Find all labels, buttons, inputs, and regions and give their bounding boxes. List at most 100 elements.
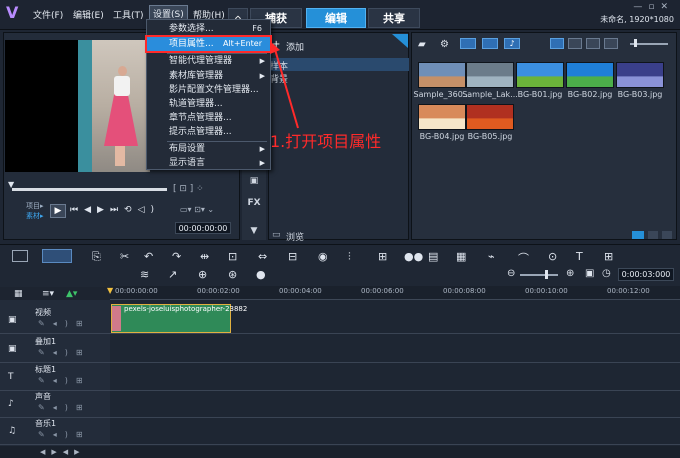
zoom-out-icon[interactable]: ⊖ — [507, 268, 515, 279]
scroll-arrows-icon[interactable]: ◀▶◀▶ — [40, 448, 86, 456]
media-thumbnail-label: BG-B05.jpg — [467, 132, 513, 141]
track-controls-icon[interactable]: ✎◂)⊞ — [38, 348, 91, 357]
media-thumbnail[interactable] — [616, 62, 664, 88]
panel-expand-icon[interactable] — [662, 231, 672, 239]
dd-preferences[interactable]: 参数选择... F6 — [147, 22, 270, 36]
timeline-tool-icon[interactable]: ↶ — [144, 250, 153, 263]
video-filter-icon[interactable] — [460, 38, 476, 49]
timeline-tool-icon[interactable]: ▦ — [456, 250, 466, 263]
track-controls-icon[interactable]: ✎◂)⊞ — [38, 376, 91, 385]
timeline-duration[interactable]: 0:00:03:000 — [618, 268, 674, 281]
zoom-slider[interactable] — [520, 274, 558, 276]
sort-icon[interactable] — [586, 38, 600, 49]
track-controls-icon[interactable]: ✎◂)⊞ — [38, 319, 91, 328]
timeline-tool-icon[interactable]: ⫶ — [348, 250, 351, 264]
timeline-tool-icon[interactable]: ▤ — [428, 250, 438, 263]
media-thumbnail[interactable] — [516, 62, 564, 88]
timeline-tool-icon[interactable]: ⊞ — [604, 250, 613, 263]
timeline-tool-icon[interactable]: ✂ — [120, 250, 129, 263]
panel-edit-icon[interactable] — [648, 231, 658, 239]
media-thumbnail[interactable] — [418, 62, 466, 88]
timeline-tool-icon[interactable]: ↷ — [172, 250, 181, 263]
timeline-tool-icon[interactable]: ⊕ — [198, 268, 207, 281]
track-label: 视频 — [35, 308, 51, 317]
media-thumbnail[interactable] — [466, 104, 514, 130]
media-thumbnail[interactable] — [418, 104, 466, 130]
folder-icon[interactable]: ▰ — [418, 39, 426, 50]
annotation-arrow — [270, 42, 299, 129]
track-divider — [110, 444, 680, 445]
preview-timecode[interactable]: 00:00:00:00 — [175, 222, 231, 234]
filter-gear-icon[interactable]: ⚙ — [440, 39, 449, 50]
track-label: 音乐1 — [35, 419, 57, 428]
dd-library-manager[interactable]: 素材库管理器 ▶ — [147, 69, 270, 83]
grid-icon[interactable] — [604, 38, 618, 49]
project-mode-label[interactable]: 项目▸ — [26, 201, 44, 211]
audio-filter-icon[interactable]: ♪ — [504, 38, 520, 49]
tab-edit[interactable]: 编辑 — [306, 8, 366, 28]
preview-figure-head — [118, 66, 127, 76]
timeline-tool-icon[interactable]: ⊞ — [378, 250, 387, 263]
timeline-tool-icon[interactable]: ↗ — [168, 268, 177, 281]
dd-layout-settings[interactable]: 布局设置 ▶ — [147, 142, 270, 156]
menu-tools[interactable]: 工具(T) — [113, 8, 144, 21]
fx-tool-icon[interactable]: FX — [242, 198, 266, 208]
playback-options-icon[interactable]: ▭▾ ⊡▾ ⌄ — [180, 205, 214, 214]
trim-markers-icon[interactable]: [ ⊡ ] ⁘ — [173, 184, 204, 194]
menu-edit[interactable]: 编辑(E) — [73, 8, 104, 21]
browse-icon[interactable]: ▭ — [272, 230, 281, 240]
menu-file[interactable]: 文件(F) — [33, 8, 63, 21]
collapse-tool-icon[interactable]: ▼ — [242, 226, 266, 236]
thumb-size-handle[interactable] — [634, 39, 637, 47]
timeline-tool-icon[interactable]: ≋ — [140, 268, 149, 281]
timeline-tool-icon[interactable]: ⌒ — [518, 250, 529, 266]
clock-icon[interactable]: ◷ — [602, 268, 611, 279]
tab-share[interactable]: 共享 — [368, 8, 420, 28]
clip-mode-label[interactable]: 素材▸ — [26, 211, 44, 221]
view-thumbs-icon[interactable] — [550, 38, 564, 49]
chapter-icon[interactable]: ≡▾ — [42, 289, 54, 299]
timeline-tool-icon[interactable]: ⊙ — [548, 250, 557, 263]
dd-cue-manager[interactable]: 提示点管理器... — [147, 125, 270, 139]
ripple-icon[interactable]: ▲▾ — [66, 289, 77, 299]
app-logo-icon: V — [6, 3, 19, 22]
timeline-tool-icon[interactable]: ◉ — [318, 250, 328, 263]
dd-smart-proxy[interactable]: 智能代理管理器 ▶ — [147, 54, 270, 68]
timeline-tool-icon[interactable]: ⊟ — [288, 250, 297, 263]
window-controls[interactable]: —▫✕ — [633, 2, 674, 12]
track-manager-icon[interactable]: ▦ — [14, 289, 23, 299]
timeline-tool-icon[interactable]: T — [576, 250, 583, 263]
play-button[interactable]: ▶ — [50, 204, 66, 218]
transport-controls-icon[interactable]: ⏮◀▶⏭⟲◁) — [70, 205, 160, 215]
zoom-handle[interactable] — [545, 270, 548, 279]
media-thumbnail[interactable] — [566, 62, 614, 88]
timeline-view-icon[interactable] — [42, 249, 72, 263]
playhead-marker-icon[interactable]: ▼ — [107, 286, 113, 295]
view-list-icon[interactable] — [568, 38, 582, 49]
dd-chapter-manager[interactable]: 章节点管理器... — [147, 111, 270, 125]
track-controls-icon[interactable]: ✎◂)⊞ — [38, 403, 91, 412]
storyboard-view-icon[interactable] — [12, 250, 28, 262]
timeline-tool-icon[interactable]: ⎘ — [92, 250, 101, 264]
preview-scrub-bar[interactable] — [12, 188, 167, 191]
timeline-tool-icon[interactable]: ⌁ — [488, 250, 495, 263]
dd-track-manager[interactable]: 轨道管理器... — [147, 97, 270, 111]
timeline-tool-icon[interactable]: ● — [256, 268, 266, 281]
media-tool-icon[interactable]: ▣ — [242, 176, 266, 186]
timeline-tool-icon[interactable]: ⇹ — [200, 250, 209, 263]
browse-label[interactable]: 浏览 — [286, 230, 304, 243]
zoom-in-icon[interactable]: ⊕ — [566, 268, 574, 279]
dd-profile-manager[interactable]: 影片配置文件管理器... — [147, 83, 270, 97]
timeline-scrollbar[interactable] — [0, 446, 680, 458]
dd-project-properties[interactable]: 项目属性... Alt+Enter — [145, 35, 272, 53]
panel-option-icon[interactable] — [632, 231, 644, 239]
media-thumbnail[interactable] — [466, 62, 514, 88]
timeline-tool-icon[interactable]: ⇔ — [258, 250, 267, 263]
dd-display-language[interactable]: 显示语言 ▶ — [147, 156, 270, 170]
timeline-tool-icon[interactable]: ●● — [404, 250, 423, 263]
track-controls-icon[interactable]: ✎◂)⊞ — [38, 430, 91, 439]
fit-icon[interactable]: ▣ — [585, 268, 594, 279]
timeline-tool-icon[interactable]: ⊛ — [228, 268, 237, 281]
photo-filter-icon[interactable] — [482, 38, 498, 49]
timeline-tool-icon[interactable]: ⊡ — [228, 250, 237, 263]
